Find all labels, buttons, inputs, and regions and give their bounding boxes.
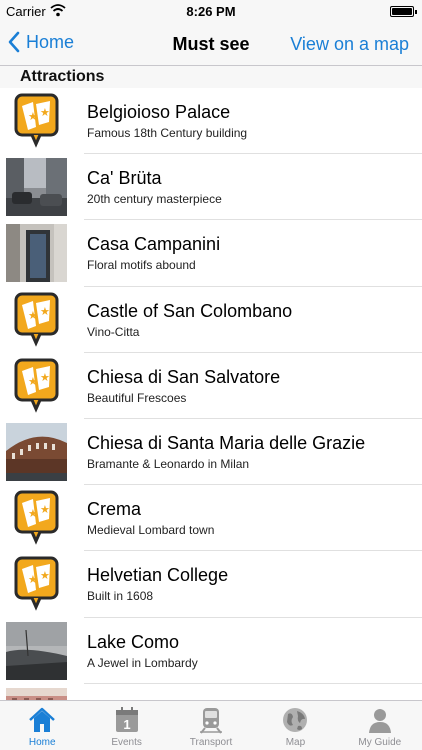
tab-label: My Guide	[358, 737, 402, 748]
calendar-icon: 1	[115, 707, 138, 732]
item-description: Beautiful Frescoes	[87, 390, 187, 405]
tab-map[interactable]: Map	[253, 701, 337, 750]
svg-text:★: ★	[28, 376, 38, 388]
badge-icon: ★ ★	[6, 489, 67, 547]
list-item[interactable]: Chiesa di Santa Maria delle Grazie Brama…	[0, 419, 422, 486]
item-description: Floral motifs abound	[87, 258, 196, 273]
tab-label: Transport	[189, 737, 233, 748]
list-item[interactable]: ★ ★ Belgioioso Palace Famous 18th Century…	[0, 88, 422, 155]
list-item[interactable]: Lake Como A Jewel in Lombardy	[0, 618, 422, 684]
svg-text:★: ★	[28, 508, 38, 520]
svg-text:★: ★	[40, 570, 50, 582]
svg-text:★: ★	[40, 504, 50, 516]
item-name: Casa Campanini	[87, 234, 221, 255]
tab-label: Events	[111, 737, 142, 748]
list-item[interactable]: ★ ★ Helvetian College Built in 1608	[0, 551, 422, 618]
person-icon	[368, 709, 391, 733]
item-description: Vino-Citta	[87, 324, 140, 339]
svg-text:★: ★	[28, 310, 38, 322]
globe-icon	[283, 708, 308, 732]
doorway-photo	[6, 224, 67, 283]
tab-bar: Home 1 Events Transport Map My Guide	[0, 700, 422, 750]
home-icon	[29, 707, 56, 732]
item-description: A Jewel in Lombardy	[87, 655, 198, 670]
item-name: Crema	[87, 499, 142, 520]
svg-text:★: ★	[28, 574, 38, 586]
list-item[interactable]: ★ ★ Crema Medieval Lombard town	[0, 485, 422, 552]
list-item[interactable]: Ca' Brüta 20th century masterpiece	[0, 154, 422, 221]
svg-text:1: 1	[123, 717, 130, 732]
list-item[interactable]	[0, 684, 422, 700]
svg-text:★: ★	[28, 111, 38, 123]
item-name: Castle of San Colombano	[87, 300, 293, 321]
battery-icon	[390, 6, 417, 17]
status-time: 8:26 PM	[186, 4, 236, 19]
list-item[interactable]: ★ ★ Chiesa di San Salvatore Beautiful Fre…	[0, 353, 422, 420]
item-description: Built in 1608	[87, 589, 154, 604]
tab-transport[interactable]: Transport	[169, 701, 253, 750]
tab-events[interactable]: 1 Events	[84, 701, 168, 750]
building-photo	[6, 687, 67, 700]
train-icon	[200, 708, 223, 734]
badge-icon: ★ ★	[6, 555, 67, 613]
tab-home[interactable]: Home	[0, 701, 84, 750]
item-description: 20th century masterpiece	[87, 192, 222, 207]
lake-photo	[6, 621, 67, 680]
tab-my-guide[interactable]: My Guide	[338, 701, 422, 750]
item-description: Bramante & Leonardo in Milan	[87, 456, 250, 471]
item-description: Medieval Lombard town	[87, 523, 215, 538]
badge-icon: ★ ★	[6, 291, 67, 349]
view-on-map-button[interactable]: View on a map	[290, 34, 409, 55]
status-bar: Carrier 8:26 PM	[0, 0, 422, 22]
item-name: Chiesa di San Salvatore	[87, 366, 281, 387]
list-item[interactable]: Casa Campanini Floral motifs abound	[0, 220, 422, 287]
tab-label: Home	[28, 737, 56, 748]
item-name: Belgioioso Palace	[87, 102, 231, 122]
svg-text:★: ★	[40, 372, 50, 384]
tab-label: Map	[285, 737, 306, 748]
list-item[interactable]: ★ ★ Castle of San Colombano Vino-Citta	[0, 287, 422, 353]
item-name: Ca' Brüta	[87, 168, 162, 189]
item-name: Chiesa di Santa Maria delle Grazie	[87, 432, 366, 453]
badge-icon: ★ ★	[6, 92, 67, 150]
item-name: Lake Como	[87, 631, 180, 652]
svg-text:★: ★	[40, 107, 50, 119]
item-name: Helvetian College	[87, 565, 229, 586]
street-photo	[6, 158, 67, 217]
navigation-bar: Home Must see View on a map	[0, 22, 422, 66]
item-description: Famous 18th Century building	[87, 126, 248, 140]
svg-text:★: ★	[40, 306, 50, 318]
church-photo	[6, 422, 67, 481]
badge-icon: ★ ★	[6, 357, 67, 415]
attractions-list[interactable]: ★ ★ Belgioioso Palace Famous 18th Century…	[0, 88, 422, 700]
section-header: Attractions	[0, 66, 422, 88]
